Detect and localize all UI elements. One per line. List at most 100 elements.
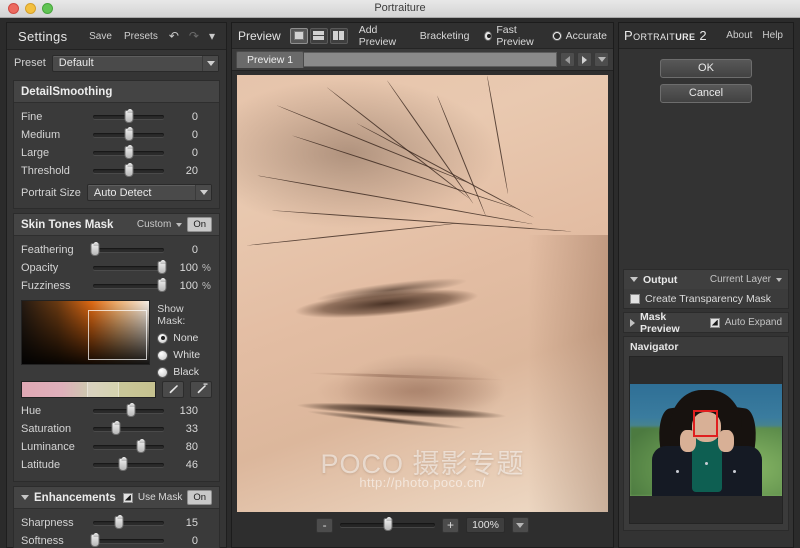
zoom-slider-track[interactable] [340, 523, 435, 527]
ok-button[interactable]: OK [660, 59, 752, 78]
zoom-out-button[interactable]: - [316, 518, 333, 533]
triangle-closed-icon[interactable] [630, 319, 635, 327]
slider-track[interactable] [93, 284, 164, 288]
transparency-mask-checkbox[interactable] [630, 294, 640, 304]
section-skin-tones-mask: Skin Tones Mask Custom On Feathering 0 O… [13, 213, 220, 482]
mask-option-label: None [173, 332, 198, 344]
gradient-selection-rect[interactable] [88, 310, 147, 360]
app-logo: Portraiture 2 [624, 28, 721, 43]
slider-row[interactable]: Fine 0 [14, 108, 219, 126]
slider-value: 0 [170, 111, 198, 123]
vertical-split-icon[interactable] [330, 28, 348, 44]
slider-row[interactable]: Hue 130 [14, 402, 219, 420]
slider-track[interactable] [93, 266, 164, 270]
slider-track[interactable] [93, 151, 164, 155]
quality-fast-preview[interactable]: Fast Preview [484, 24, 541, 48]
radio-icon [157, 333, 168, 344]
use-mask-checkbox[interactable] [123, 493, 133, 503]
mask-option-none[interactable]: None [157, 332, 212, 344]
skin-tone-gradient[interactable] [21, 300, 150, 365]
section-mask-preview: Mask Preview Auto Expand [623, 312, 789, 333]
preset-select[interactable]: Default [52, 55, 219, 72]
zoom-slider-knob [383, 518, 392, 531]
zoom-level-value[interactable]: 100% [466, 517, 505, 533]
portrait-size-select[interactable]: Auto Detect [87, 184, 212, 201]
zoom-toolbar: - + 100% [232, 512, 613, 538]
chevron-down-icon[interactable] [776, 278, 782, 282]
undo-icon[interactable]: ↶ [164, 29, 184, 43]
skin-tones-toggle[interactable]: On [187, 217, 212, 232]
slider-track[interactable] [93, 133, 164, 137]
add-preview-button[interactable]: Add Preview [354, 22, 409, 50]
slider-row[interactable]: Latitude 46 [14, 456, 219, 474]
eyedropper-icon[interactable] [162, 381, 184, 398]
slider-label: Medium [21, 129, 87, 141]
mask-preview-header[interactable]: Mask Preview Auto Expand [624, 313, 788, 332]
navigator-view-rect[interactable] [693, 410, 718, 437]
zoom-in-button[interactable]: + [442, 518, 459, 533]
slider-track[interactable] [93, 445, 164, 449]
tab-preview-1[interactable]: Preview 1 [236, 51, 304, 68]
skin-tone-strip[interactable] [21, 381, 156, 398]
slider-track[interactable] [93, 409, 164, 413]
slider-track[interactable] [93, 248, 164, 252]
detail-smoothing-header[interactable]: DetailSmoothing [14, 81, 219, 103]
mask-option-white[interactable]: White [157, 349, 212, 361]
view-mode-group [290, 28, 348, 44]
output-header[interactable]: Output Current Layer [624, 270, 788, 289]
chevron-down-icon[interactable] [512, 517, 529, 533]
slider-row[interactable]: Medium 0 [14, 126, 219, 144]
navigator-thumbnail[interactable] [629, 356, 783, 524]
preview-canvas[interactable]: POCO 摄影专题 http://photo.poco.cn/ [237, 75, 608, 512]
slider-track[interactable] [93, 521, 164, 525]
slider-track[interactable] [93, 427, 164, 431]
chevron-left-icon[interactable] [560, 52, 575, 67]
slider-row[interactable]: Large 0 [14, 144, 219, 162]
single-view-icon[interactable] [290, 28, 308, 44]
slider-row[interactable]: Opacity 100 % [14, 259, 219, 277]
slider-value: 100 [170, 280, 198, 292]
slider-row[interactable]: Feathering 0 [14, 241, 219, 259]
horizontal-split-icon[interactable] [310, 28, 328, 44]
quality-accurate[interactable]: Accurate [552, 30, 607, 42]
bracketing-button[interactable]: Bracketing [415, 28, 475, 44]
output-target-value[interactable]: Current Layer [710, 274, 771, 285]
presets-button[interactable]: Presets [118, 29, 164, 44]
slider-track[interactable] [93, 463, 164, 467]
slider-row[interactable]: Fuzziness 100 % [14, 277, 219, 295]
slider-label: Latitude [21, 459, 87, 471]
slider-row[interactable]: Saturation 33 [14, 420, 219, 438]
chevron-down-icon[interactable] [176, 223, 182, 227]
skin-tones-header[interactable]: Skin Tones Mask Custom On [14, 214, 219, 236]
slider-label: Fuzziness [21, 280, 87, 292]
slider-track[interactable] [93, 115, 164, 119]
save-button[interactable]: Save [83, 29, 118, 44]
eyedropper-plus-icon[interactable] [190, 381, 212, 398]
about-button[interactable]: About [721, 28, 757, 43]
help-button[interactable]: Help [757, 28, 788, 43]
skin-tones-mode[interactable]: Custom [137, 219, 171, 230]
slider-row[interactable]: Sharpness 15 [14, 514, 219, 532]
transparency-mask-row[interactable]: Create Transparency Mask [624, 289, 788, 308]
slider-row[interactable]: Luminance 80 [14, 438, 219, 456]
slider-track[interactable] [93, 169, 164, 173]
chevron-down-icon[interactable]: ▾ [204, 29, 220, 43]
slider-row[interactable]: Threshold 20 [14, 162, 219, 180]
slider-track[interactable] [93, 539, 164, 543]
cancel-button[interactable]: Cancel [660, 84, 752, 103]
preset-row: Preset Default [7, 50, 226, 76]
chevron-down-icon[interactable] [594, 52, 609, 67]
triangle-open-icon[interactable] [21, 495, 29, 500]
preset-label: Preset [14, 57, 46, 69]
slider-knob [124, 164, 133, 177]
auto-expand-checkbox[interactable] [710, 318, 720, 328]
mask-option-black[interactable]: Black [157, 366, 212, 378]
slider-knob [157, 279, 166, 292]
enhancements-header[interactable]: Enhancements Use Mask On [14, 487, 219, 509]
slider-row[interactable]: Softness 0 [14, 532, 219, 548]
redo-icon[interactable]: ↷ [184, 29, 204, 43]
settings-panel: Settings Save Presets ↶ ↷ ▾ Preset Defau… [6, 22, 227, 548]
chevron-right-icon[interactable] [577, 52, 592, 67]
triangle-open-icon[interactable] [630, 277, 638, 282]
enhancements-toggle[interactable]: On [187, 490, 212, 505]
